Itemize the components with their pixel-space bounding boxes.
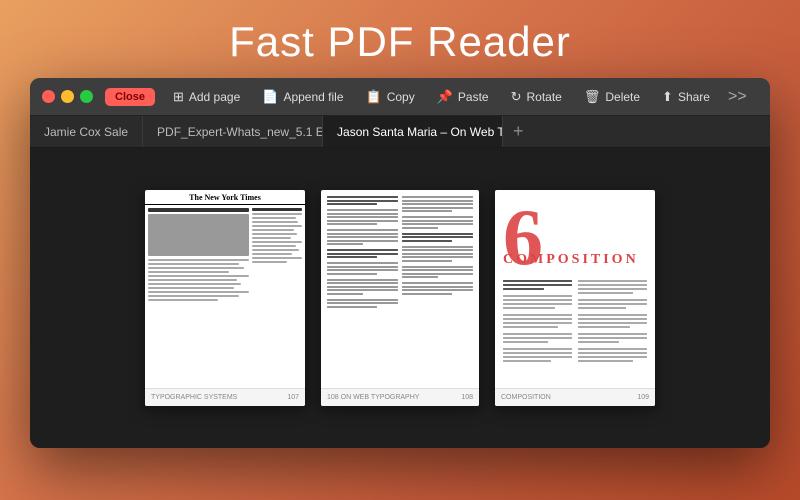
append-file-label: Append file: [283, 90, 343, 104]
add-page-label: Add page: [189, 90, 240, 104]
copy-icon: 📋: [366, 89, 382, 105]
delete-label: Delete: [605, 90, 640, 104]
title-bar: Close ⊞ Add page 📄 Append file 📋 Copy 📌 …: [30, 78, 770, 116]
comp-col-2: [578, 280, 647, 364]
page-stripe-109: COMPOSITION 109: [495, 388, 655, 406]
traffic-lights: [42, 90, 93, 103]
nyt-header: The New York Times: [145, 190, 305, 205]
rotate-icon: ↻: [511, 89, 522, 105]
page-label-107: TYPOGRAPHIC SYSTEMS: [151, 394, 237, 401]
page-num-107: 107: [287, 394, 299, 401]
page-num-109: 109: [637, 394, 649, 401]
rotate-label: Rotate: [526, 90, 561, 104]
add-tab-button[interactable]: +: [503, 116, 534, 147]
copy-button[interactable]: 📋 Copy: [356, 85, 425, 109]
copy-label: Copy: [387, 90, 415, 104]
minimize-traffic-light[interactable]: [61, 90, 74, 103]
typo-content: [321, 190, 479, 406]
add-page-button[interactable]: ⊞ Add page: [163, 85, 250, 109]
pdf-page-109: 6 COMPOSITION: [495, 190, 655, 406]
tab-label: Jamie Cox Sale: [44, 125, 128, 139]
tab-jamie-cox[interactable]: Jamie Cox Sale: [30, 116, 143, 147]
close-traffic-light[interactable]: [42, 90, 55, 103]
toolbar: ⊞ Add page 📄 Append file 📋 Copy 📌 Paste …: [163, 85, 758, 109]
paste-icon: 📌: [437, 89, 453, 105]
delete-button[interactable]: 🗑 Delete: [574, 85, 650, 109]
close-button[interactable]: Close: [105, 88, 155, 106]
comp-body: [503, 280, 647, 386]
comp-col-1: [503, 280, 572, 364]
share-button[interactable]: ⬆ Share: [652, 85, 720, 109]
share-icon: ⬆: [662, 89, 673, 105]
nyt-body: [145, 205, 305, 370]
maximize-traffic-light[interactable]: [80, 90, 93, 103]
tab-label: Jason Santa Maria – On Web Typogra...: [337, 125, 503, 139]
rotate-button[interactable]: ↻ Rotate: [501, 85, 572, 109]
paste-button[interactable]: 📌 Paste: [427, 85, 499, 109]
append-file-button[interactable]: 📄 Append file: [252, 85, 353, 109]
tab-label: PDF_Expert-Whats_new_5.1 EN~ipad: [157, 125, 323, 139]
delete-icon: 🗑: [584, 89, 601, 105]
page-label-108: 108 ON WEB TYPOGRAPHY: [327, 394, 419, 401]
app-window: Close ⊞ Add page 📄 Append file 📋 Copy 📌 …: [30, 78, 770, 448]
share-label: Share: [678, 90, 710, 104]
tab-jason-santa-maria[interactable]: Jason Santa Maria – On Web Typogra... ✕: [323, 116, 503, 147]
more-button[interactable]: >>: [722, 88, 753, 106]
content-area: The New York Times: [30, 148, 770, 448]
add-page-icon: ⊞: [173, 89, 184, 105]
nyt-col-right: [252, 208, 302, 367]
page-num-108: 108: [461, 394, 473, 401]
comp-title: COMPOSITION: [503, 252, 647, 268]
page-stripe-107: TYPOGRAPHIC SYSTEMS 107: [145, 388, 305, 406]
append-file-icon: 📄: [262, 89, 278, 105]
typo-col-2: [402, 196, 473, 400]
typo-col-1: [327, 196, 398, 400]
pdf-page-107: The New York Times: [145, 190, 305, 406]
page-stripe-108: 108 ON WEB TYPOGRAPHY 108: [321, 388, 479, 406]
page-label-109: COMPOSITION: [501, 394, 551, 401]
tab-pdf-expert[interactable]: PDF_Expert-Whats_new_5.1 EN~ipad ✕: [143, 116, 323, 147]
tabs-bar: Jamie Cox Sale PDF_Expert-Whats_new_5.1 …: [30, 116, 770, 148]
app-title: Fast PDF Reader: [0, 0, 800, 78]
nyt-col-wide: [148, 208, 249, 367]
paste-label: Paste: [458, 90, 489, 104]
pdf-page-108: 108 ON WEB TYPOGRAPHY 108: [321, 190, 479, 406]
